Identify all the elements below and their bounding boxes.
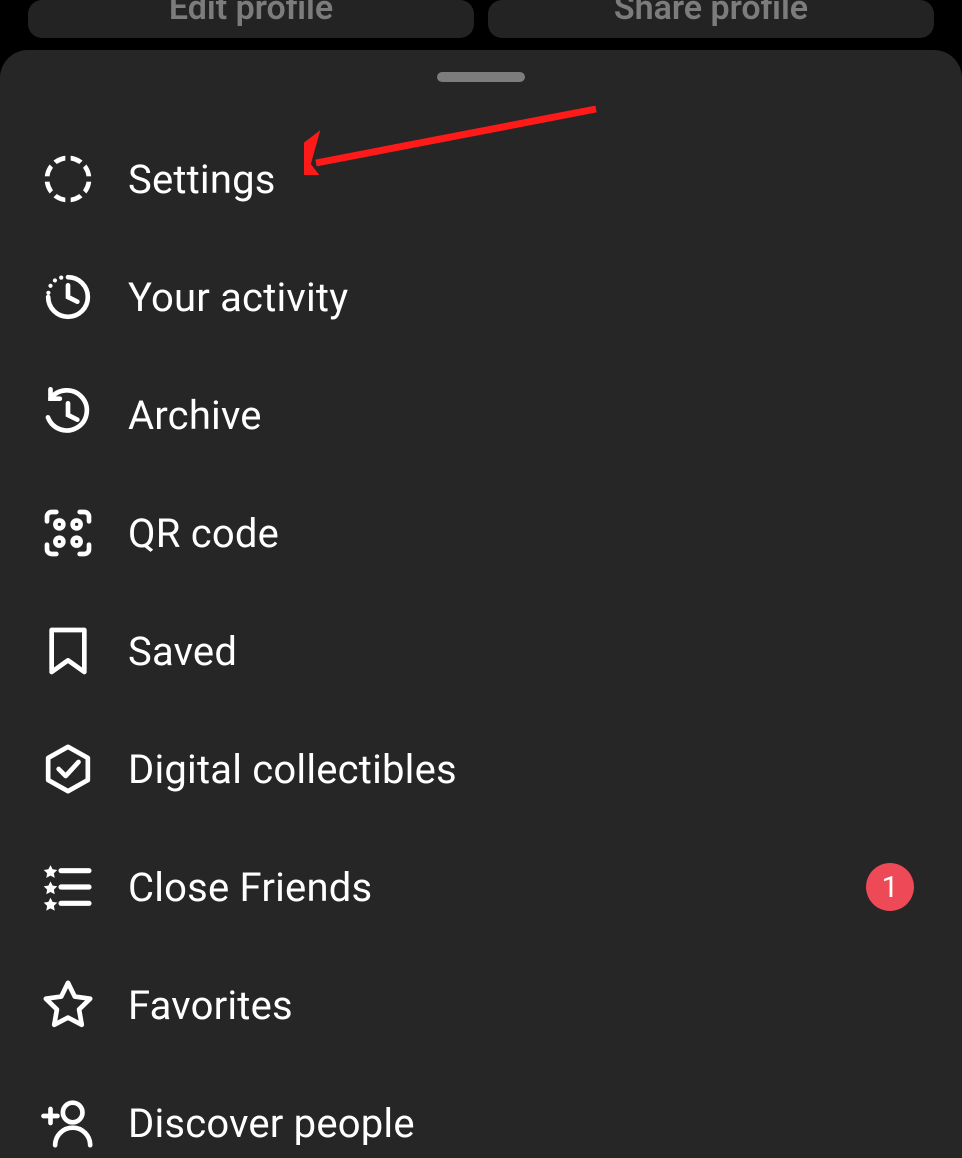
- close-friends-icon: [40, 859, 96, 915]
- menu-label: Settings: [128, 156, 276, 203]
- notification-badge: 1: [866, 863, 914, 911]
- menu-label: Saved: [128, 628, 237, 675]
- menu-item-your-activity[interactable]: Your activity: [0, 238, 962, 356]
- options-bottom-sheet: Settings Your activity: [0, 50, 962, 1158]
- menu-item-discover-people[interactable]: Discover people: [0, 1064, 962, 1158]
- qr-icon: [40, 505, 96, 561]
- activity-icon: [40, 269, 96, 325]
- discover-people-icon: [40, 1095, 96, 1151]
- menu-item-saved[interactable]: Saved: [0, 592, 962, 710]
- menu-label: Your activity: [128, 274, 348, 321]
- archive-icon: [40, 387, 96, 443]
- menu-label: QR code: [128, 510, 279, 557]
- sheet-grabber[interactable]: [437, 72, 525, 82]
- share-profile-button[interactable]: Share profile: [488, 0, 934, 38]
- menu-item-close-friends[interactable]: Close Friends 1: [0, 828, 962, 946]
- menu-list: Settings Your activity: [0, 120, 962, 1158]
- menu-item-qr-code[interactable]: QR code: [0, 474, 962, 592]
- menu-label: Favorites: [128, 982, 293, 1029]
- menu-label: Discover people: [128, 1100, 415, 1147]
- gear-icon: [40, 151, 96, 207]
- edit-profile-button[interactable]: Edit profile: [28, 0, 474, 38]
- menu-label: Archive: [128, 392, 262, 439]
- saved-icon: [40, 623, 96, 679]
- collectibles-icon: [40, 741, 96, 797]
- menu-item-archive[interactable]: Archive: [0, 356, 962, 474]
- star-icon: [40, 977, 96, 1033]
- menu-item-digital-collectibles[interactable]: Digital collectibles: [0, 710, 962, 828]
- edit-profile-label: Edit profile: [169, 0, 333, 25]
- menu-item-favorites[interactable]: Favorites: [0, 946, 962, 1064]
- menu-label: Close Friends: [128, 864, 372, 911]
- share-profile-label: Share profile: [614, 0, 808, 25]
- menu-item-settings[interactable]: Settings: [0, 120, 962, 238]
- menu-label: Digital collectibles: [128, 746, 457, 793]
